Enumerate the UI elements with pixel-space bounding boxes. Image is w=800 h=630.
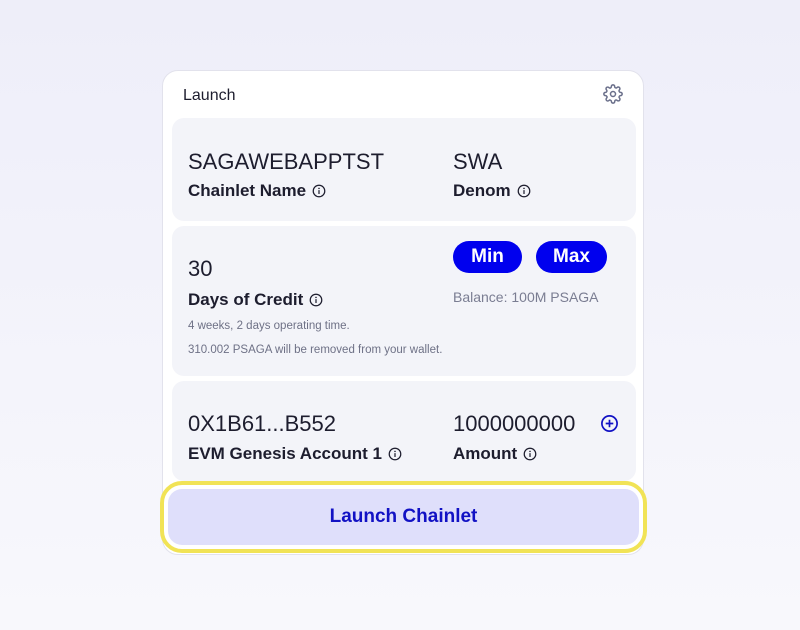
days-of-credit-value[interactable]: 30 <box>188 256 212 282</box>
max-button[interactable]: Max <box>536 241 607 273</box>
card-title: Launch <box>183 87 236 104</box>
plus-circle-icon[interactable] <box>600 414 619 433</box>
info-icon[interactable] <box>523 447 537 461</box>
genesis-account-label: EVM Genesis Account 1 <box>188 444 402 464</box>
denom-value[interactable]: SWA <box>453 149 502 175</box>
chainlet-name-label-text: Chainlet Name <box>188 181 307 200</box>
info-icon[interactable] <box>388 447 402 461</box>
chainlet-name-value[interactable]: SAGAWEBAPPTST <box>188 149 384 175</box>
genesis-account-value[interactable]: 0X1B61...B552 <box>188 411 336 437</box>
amount-value[interactable]: 1000000000 <box>453 411 575 437</box>
credit-panel: 30 Days of Credit Min Max Balance: 100M … <box>172 226 636 376</box>
denom-label-text: Denom <box>453 181 511 200</box>
launch-chainlet-button[interactable]: Launch Chainlet <box>168 489 639 545</box>
info-icon[interactable] <box>517 184 531 198</box>
min-button[interactable]: Min <box>453 241 522 273</box>
genesis-account-label-text: EVM Genesis Account 1 <box>188 444 382 463</box>
operating-time-note: 4 weeks, 2 days operating time. <box>188 320 350 332</box>
chainlet-name-label: Chainlet Name <box>188 181 326 201</box>
gear-icon[interactable] <box>603 84 623 104</box>
denom-label: Denom <box>453 181 531 201</box>
days-of-credit-label: Days of Credit <box>188 290 323 310</box>
wallet-removal-note: 310.002 PSAGA will be removed from your … <box>188 344 443 356</box>
chainlet-panel: SAGAWEBAPPTST Chainlet Name SWA Denom <box>172 118 636 221</box>
info-icon[interactable] <box>312 184 326 198</box>
amount-label-text: Amount <box>453 444 518 463</box>
days-of-credit-label-text: Days of Credit <box>188 290 304 309</box>
amount-label: Amount <box>453 444 537 464</box>
balance-text: Balance: 100M PSAGA <box>453 289 599 305</box>
launch-button-highlight: Launch Chainlet <box>160 481 647 553</box>
genesis-account-panel: 0X1B61...B552 EVM Genesis Account 1 1000… <box>172 381 636 481</box>
info-icon[interactable] <box>309 293 323 307</box>
